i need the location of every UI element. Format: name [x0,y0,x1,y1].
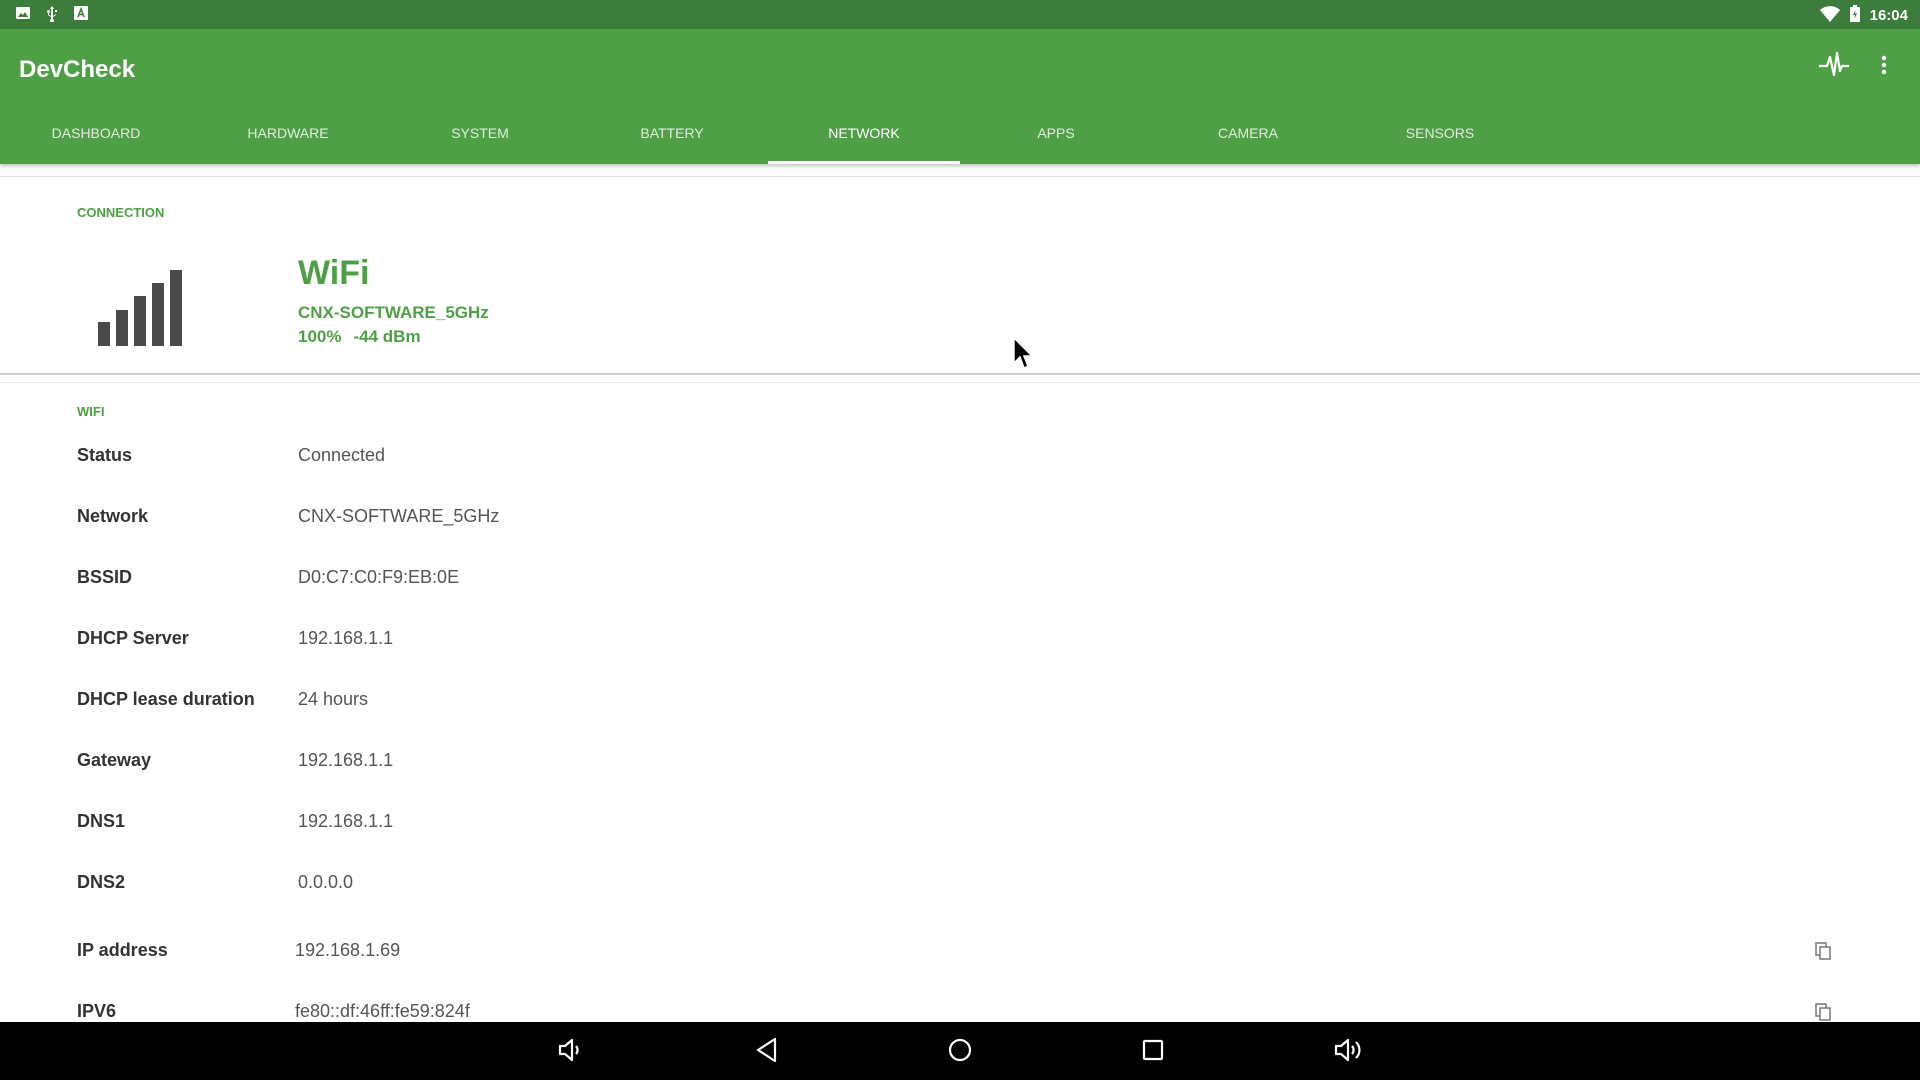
row-label: Status [77,445,133,465]
info-row-dhcp-lease: DHCP lease duration 24 hours [0,689,1920,733]
battery-icon [1849,5,1860,26]
connection-card: CONNECTION WiFi CNX-SOFTWARE_5GHz 100% -… [0,176,1920,375]
row-value: 192.168.1.1 [298,811,394,831]
info-row-status: Status Connected [0,445,1920,489]
row-label: DHCP Server [77,628,189,648]
volume-down-icon [556,1036,584,1069]
connection-strength: 100% -44 dBm [298,327,421,347]
tab-system[interactable]: SYSTEM [384,125,576,164]
signal-percent: 100% [298,327,342,346]
status-right: 16:04 [1819,5,1908,26]
row-label: DNS2 [77,872,126,892]
tab-hardware[interactable]: HARDWARE [192,125,384,164]
recents-button[interactable] [1136,1035,1170,1069]
info-row-dns2: DNS2 0.0.0.0 [0,872,1920,916]
back-button[interactable] [750,1035,784,1069]
connection-ssid: CNX-SOFTWARE_5GHz [298,303,489,322]
volume-down-button[interactable] [553,1035,587,1069]
info-row-ip-address: IP address 192.168.1.69 [0,940,1920,984]
volume-up-button[interactable] [1331,1035,1365,1069]
row-label: Gateway [77,750,152,770]
connection-type: WiFi [298,254,370,292]
home-button[interactable] [943,1035,977,1069]
overflow-menu-button[interactable] [1868,47,1900,87]
tab-sensors[interactable]: SENSORS [1344,125,1536,164]
activity-button[interactable] [1814,47,1854,87]
app-bar: DevCheck DASHBOARD HARDWARE SYSTEM BATTE… [0,29,1920,164]
row-label: BSSID [77,567,133,587]
activity-icon [1819,51,1849,84]
text-icon [74,6,88,27]
notification-icons [16,6,88,27]
info-row-gateway: Gateway 192.168.1.1 [0,750,1920,794]
mouse-cursor-icon [1013,336,1035,376]
info-row-bssid: BSSID D0:C7:C0:F9:EB:0E [0,567,1920,611]
row-value: D0:C7:C0:F9:EB:0E [298,567,460,587]
info-row-ipv6: IPV6 fe80::df:46ff:fe59:824f [0,1001,1920,1022]
more-vert-icon [1881,55,1887,80]
info-row-network: Network CNX-SOFTWARE_5GHz [0,506,1920,550]
row-value: 192.168.1.69 [295,940,401,960]
row-value: 24 hours [298,689,369,709]
row-value: 192.168.1.1 [298,628,394,648]
status-bar: 16:04 [0,0,1920,29]
recents-icon [1141,1038,1165,1067]
signal-dbm: -44 dBm [353,327,421,346]
row-value: Connected [298,445,386,465]
tab-camera[interactable]: CAMERA [1152,125,1344,164]
connection-heading: CONNECTION [77,205,165,220]
app-title: DevCheck [19,56,136,83]
tab-apps[interactable]: APPS [960,125,1152,164]
row-label: IPV6 [77,1001,117,1021]
navigation-bar [0,1022,1920,1080]
tab-battery[interactable]: BATTERY [576,125,768,164]
copy-icon[interactable] [1815,942,1835,962]
volume-up-icon [1333,1036,1363,1069]
row-label: IP address [77,940,168,960]
status-time: 16:04 [1869,7,1908,24]
tab-dashboard[interactable]: DASHBOARD [0,125,192,164]
row-label: DNS1 [77,811,126,831]
signal-bars-icon [98,270,190,351]
info-row-dhcp-server: DHCP Server 192.168.1.1 [0,628,1920,672]
image-icon [16,6,30,27]
copy-icon[interactable] [1815,1003,1835,1022]
row-value: CNX-SOFTWARE_5GHz [298,506,500,526]
wifi-icon [1819,5,1840,26]
row-value: 0.0.0.0 [298,872,354,892]
info-row-dns1: DNS1 192.168.1.1 [0,811,1920,855]
tab-bar: DASHBOARD HARDWARE SYSTEM BATTERY NETWOR… [0,125,1580,164]
network-content[interactable]: CONNECTION WiFi CNX-SOFTWARE_5GHz 100% -… [0,164,1920,1022]
wifi-heading: WIFI [77,404,105,419]
wifi-section: WIFI Status Connected Network CNX-SOFTWA… [0,382,1920,1022]
row-label: Network [77,506,149,526]
back-icon [755,1037,779,1068]
home-icon [947,1037,973,1068]
usb-icon [45,6,59,27]
tab-network[interactable]: NETWORK [768,125,960,164]
row-value: 192.168.1.1 [298,750,394,770]
row-value: fe80::df:46ff:fe59:824f [295,1001,470,1021]
row-label: DHCP lease duration [77,689,255,709]
